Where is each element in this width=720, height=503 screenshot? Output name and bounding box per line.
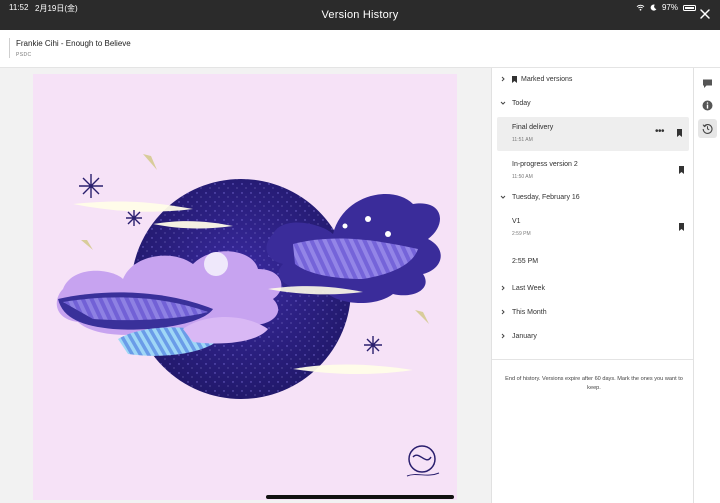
home-indicator[interactable] bbox=[266, 495, 454, 499]
file-title: Frankie Cihi - Enough to Believe bbox=[16, 39, 131, 48]
section-label: Tuesday, February 16 bbox=[512, 194, 580, 201]
version-item-255pm[interactable]: 2:55 PM bbox=[492, 246, 694, 276]
comment-icon bbox=[702, 78, 713, 89]
version-item-final-delivery[interactable]: Final delivery 11:51 AM ••• bbox=[497, 117, 689, 151]
version-name: In-progress version 2 bbox=[512, 161, 578, 168]
bookmark-icon[interactable] bbox=[679, 166, 684, 174]
section-tuesday[interactable]: Tuesday, February 16 bbox=[492, 188, 694, 208]
artwork-preview bbox=[33, 74, 457, 500]
bookmark-icon[interactable] bbox=[679, 223, 684, 231]
artist-signature-logo bbox=[407, 446, 439, 476]
marked-versions-label: Marked versions bbox=[521, 76, 572, 83]
version-name: 2:55 PM bbox=[512, 258, 538, 265]
section-label: January bbox=[512, 333, 537, 340]
marked-versions-row[interactable]: Marked versions bbox=[492, 70, 694, 90]
more-options-icon[interactable]: ••• bbox=[655, 128, 664, 136]
section-this-month[interactable]: This Month bbox=[492, 303, 694, 323]
section-last-week[interactable]: Last Week bbox=[492, 279, 694, 299]
chevron-right-icon bbox=[500, 333, 506, 339]
end-of-history-text: End of history. Versions expire after 60… bbox=[504, 375, 684, 393]
artwork-illustration bbox=[33, 74, 457, 500]
chevron-right-icon bbox=[500, 285, 506, 291]
history-icon bbox=[702, 123, 713, 134]
version-history-panel: Marked versions Today Final delivery 11:… bbox=[491, 68, 693, 503]
title-bar: 11:52 2月19日(金) 97% Version History bbox=[0, 0, 720, 30]
info-icon bbox=[702, 100, 713, 111]
version-time: 2:59 PM bbox=[512, 231, 531, 237]
version-time: 11:51 AM bbox=[512, 137, 533, 143]
section-january[interactable]: January bbox=[492, 327, 694, 347]
file-header: Frankie Cihi - Enough to Believe PSDC bbox=[0, 30, 720, 68]
divider bbox=[492, 359, 694, 360]
window-title: Version History bbox=[0, 9, 720, 21]
comments-button[interactable] bbox=[698, 74, 717, 93]
chevron-right-icon bbox=[500, 76, 506, 82]
version-name: V1 bbox=[512, 218, 521, 225]
file-type: PSDC bbox=[16, 52, 32, 58]
version-name: Final delivery bbox=[512, 124, 553, 131]
info-button[interactable] bbox=[698, 96, 717, 115]
section-today[interactable]: Today bbox=[492, 94, 694, 114]
close-icon[interactable] bbox=[698, 7, 712, 21]
version-history-button[interactable] bbox=[698, 119, 717, 138]
version-time: 11:50 AM bbox=[512, 174, 533, 180]
section-label: Today bbox=[512, 100, 531, 107]
version-item-in-progress-2[interactable]: In-progress version 2 11:50 AM bbox=[492, 154, 694, 188]
version-item-v1[interactable]: V1 2:59 PM bbox=[492, 211, 694, 245]
bookmark-icon[interactable] bbox=[677, 129, 682, 137]
chevron-down-icon bbox=[500, 194, 506, 200]
chevron-right-icon bbox=[500, 309, 506, 315]
section-label: Last Week bbox=[512, 285, 545, 292]
bookmark-icon bbox=[512, 76, 517, 83]
chevron-down-icon bbox=[500, 100, 506, 106]
header-divider bbox=[9, 38, 10, 58]
right-rail bbox=[693, 68, 720, 503]
document-canvas bbox=[0, 68, 491, 503]
section-label: This Month bbox=[512, 309, 547, 316]
